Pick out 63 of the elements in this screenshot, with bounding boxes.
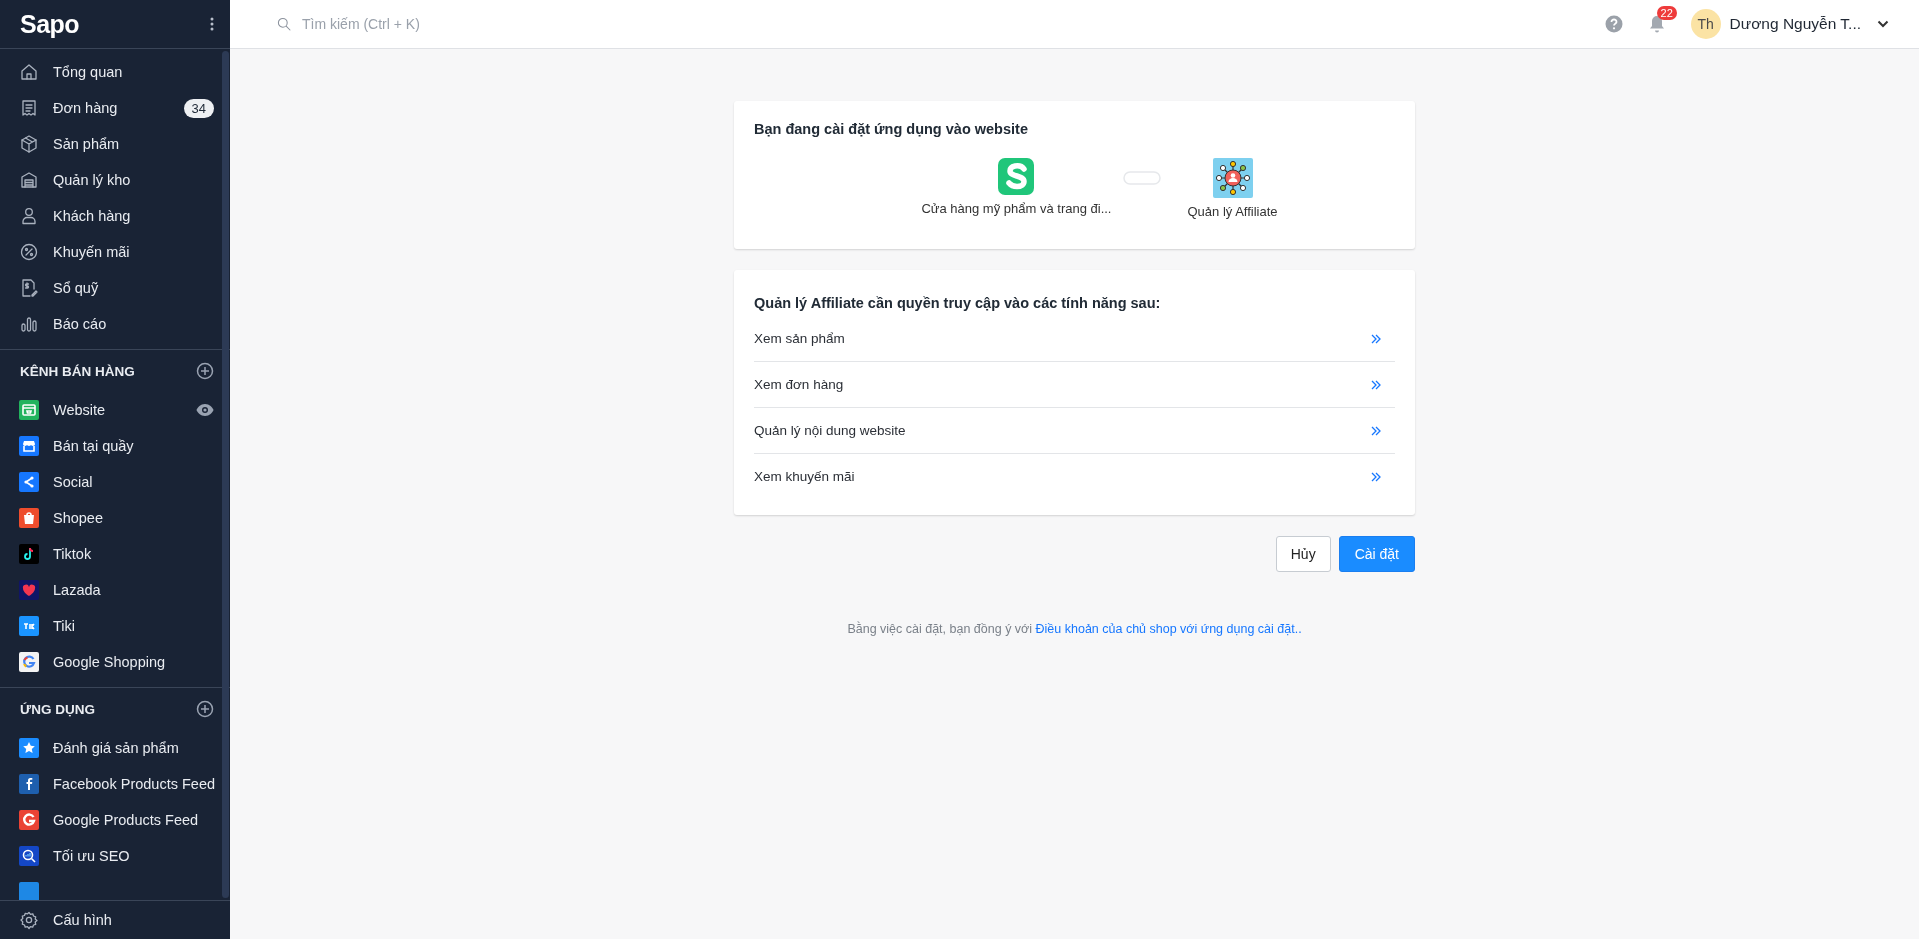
count-badge: 34: [183, 98, 214, 118]
add-icon[interactable]: [196, 700, 214, 718]
cash-book-icon: [19, 278, 39, 298]
nav-item[interactable]: Bán tại quầy: [0, 428, 230, 464]
card-title: Quản lý Affiliate cần quyền truy cập vào các tính năng sau:: [754, 295, 1162, 311]
cancel-button[interactable]: Hủy: [1275, 536, 1331, 572]
nav-item[interactable]: Website: [0, 392, 230, 428]
nav-item[interactable]: Tiktok: [0, 536, 230, 572]
double-chevron-icon[interactable]: [1371, 425, 1381, 436]
nav-item[interactable]: Đơn hàng 34: [0, 90, 230, 126]
percent-icon: [19, 242, 39, 262]
person-icon: [19, 206, 39, 226]
receipt-icon: [19, 98, 39, 118]
nav-item[interactable]: Đánh giá sản phẩm: [0, 730, 230, 766]
double-chevron-icon[interactable]: [1371, 471, 1381, 482]
nav-item[interactable]: Tiki: [0, 608, 230, 644]
nav-item[interactable]: Tổng quan: [0, 54, 230, 90]
gear-icon: [19, 910, 39, 930]
nav-item[interactable]: Tối ưu SEO: [0, 838, 230, 874]
section-title: KÊNH BÁN HÀNG: [20, 363, 135, 379]
nav-item[interactable]: Lazada: [0, 572, 230, 608]
nav-item[interactable]: Khuyến mãi: [0, 234, 230, 270]
warehouse-icon: [19, 170, 39, 190]
terms-link[interactable]: Điều khoản của chủ shop với ứng dụng cài đặt..: [1035, 622, 1302, 636]
app-name: Quản lý Affiliate: [1187, 204, 1278, 219]
eye-icon[interactable]: [196, 404, 214, 416]
s-logo-icon: [998, 158, 1035, 195]
permission-label: Xem đơn hàng: [754, 377, 844, 392]
box-icon: [19, 134, 39, 154]
search-field[interactable]: Tìm kiếm (Ctrl + K): [302, 16, 702, 32]
scrollbar[interactable]: [222, 51, 229, 898]
notification-badge: 22: [1656, 6, 1677, 20]
nav-item[interactable]: Báo cáo: [0, 306, 230, 342]
more-icon[interactable]: [210, 17, 214, 31]
nav-item[interactable]: Social: [0, 464, 230, 500]
bar-chart-icon: [19, 314, 39, 334]
logo[interactable]: Sapo: [20, 9, 80, 39]
nav-item[interactable]: Facebook Products Feed: [0, 766, 230, 802]
nav-item[interactable]: Quản lý kho: [0, 162, 230, 198]
home-icon: [19, 62, 39, 82]
double-chevron-icon[interactable]: [1371, 333, 1381, 344]
card-title: Bạn đang cài đặt ứng dụng vào website: [754, 121, 1029, 137]
permission-label: Quản lý nội dung website: [754, 423, 906, 438]
nav-item[interactable]: Sổ quỹ: [0, 270, 230, 306]
nav-item[interactable]: Google Shopping: [0, 644, 230, 680]
terms-text: Bằng việc cài đặt, bạn đồng ý với Điều khoản của chủ shop với ứng dụng cài đặt..: [846, 622, 1303, 636]
double-chevron-icon[interactable]: [1371, 379, 1381, 390]
add-icon[interactable]: [196, 362, 214, 380]
search-icon: [276, 16, 292, 32]
nav-item[interactable]: Google Products Feed: [0, 802, 230, 838]
user-name[interactable]: Dương Nguyễn T...: [1729, 15, 1861, 33]
permission-label: Xem sản phẩm: [754, 331, 845, 346]
bell-icon[interactable]: [1648, 15, 1665, 33]
nav-item[interactable]: Sản phẩm: [0, 126, 230, 162]
help-icon[interactable]: [1604, 15, 1623, 33]
nav-item[interactable]: Khách hàng: [0, 198, 230, 234]
section-title: ỨNG DỤNG: [20, 701, 95, 717]
store-name: Cửa hàng mỹ phẩm và trang đi...: [921, 201, 1112, 216]
user-avatar[interactable]: Th: [1690, 9, 1721, 39]
permission-label: Xem khuyến mãi: [754, 469, 855, 484]
nav-item[interactable]: Shopee: [0, 500, 230, 536]
network-icon: [1212, 158, 1253, 198]
chevron-down-icon[interactable]: [1877, 20, 1889, 28]
